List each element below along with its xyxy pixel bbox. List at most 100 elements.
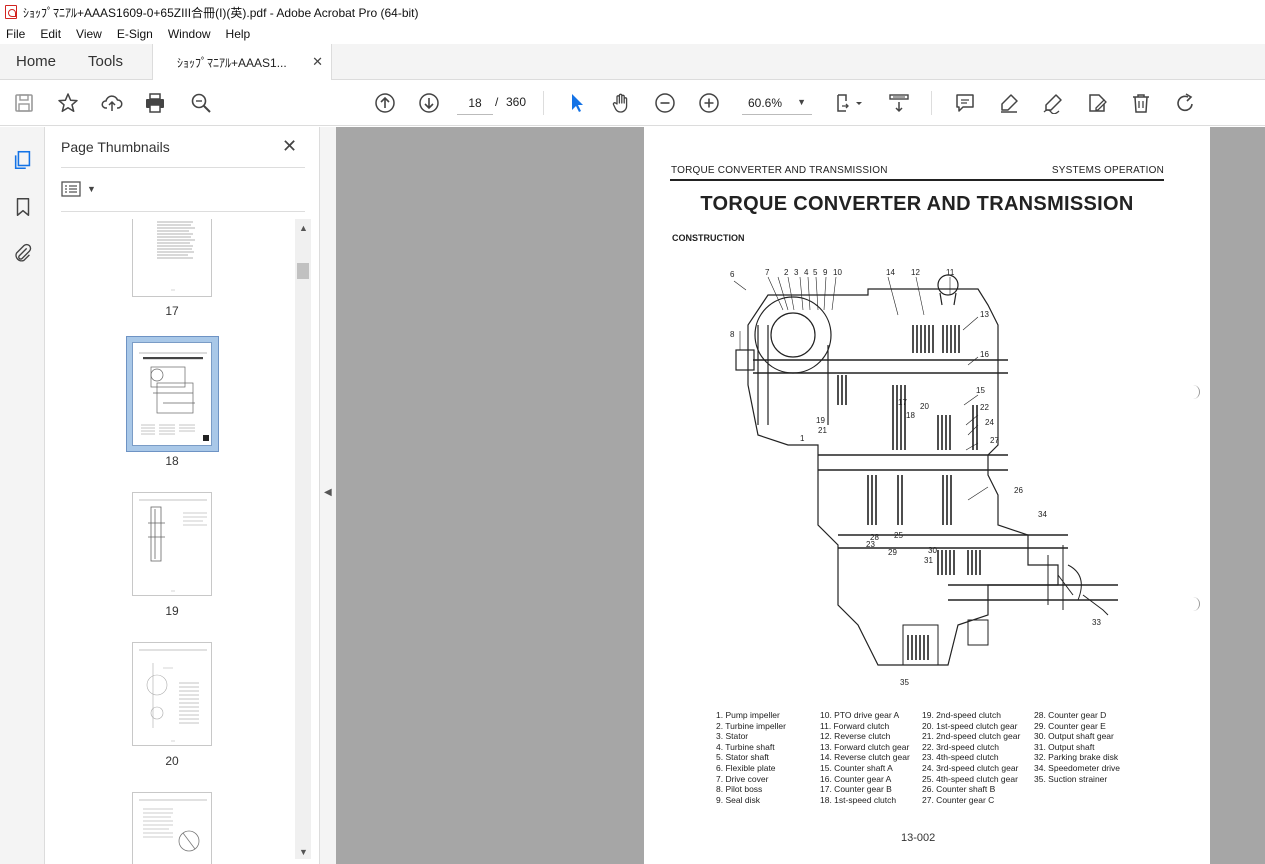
menu-bar: File Edit View E-Sign Window Help: [0, 24, 1265, 44]
comment-icon[interactable]: [953, 91, 977, 115]
upload-icon[interactable]: [100, 91, 124, 115]
find-zoom-icon[interactable]: [189, 91, 213, 115]
legend-item: 16. Counter gear A: [820, 773, 892, 784]
legend-item: 22. 3rd-speed clutch: [922, 741, 1000, 752]
legend-item: 11. Forward clutch: [820, 720, 890, 731]
legend-item: 12. Reverse clutch: [820, 731, 891, 742]
document-tab-label: ｼｮｯﾌﾟﾏﾆｱﾙ+AAAS1...: [177, 56, 287, 70]
zoom-out-icon[interactable]: [653, 91, 677, 115]
legend-item: 28. Counter gear D: [1034, 710, 1107, 720]
menu-edit[interactable]: Edit: [40, 27, 61, 41]
callout-26: 26: [1014, 486, 1023, 495]
menu-view[interactable]: View: [76, 27, 102, 41]
chevron-down-icon: ▼: [797, 97, 806, 107]
callout-15: 15: [976, 386, 985, 395]
bookmarks-icon[interactable]: [10, 194, 36, 220]
callout-6: 6: [730, 270, 735, 279]
scrollbar-thumb[interactable]: [297, 263, 309, 279]
page-number-input[interactable]: [457, 91, 493, 115]
zoom-select[interactable]: 60.6% ▼: [742, 91, 812, 115]
window-title: ｼｮｯﾌﾟﾏﾆｱﾙ+AAAS1609-0+65ZIII合冊(I)(英).pdf …: [23, 5, 419, 20]
page-thumbnails-icon[interactable]: [10, 147, 36, 173]
scroll-mode-icon[interactable]: [887, 91, 911, 115]
page-up-icon[interactable]: [373, 91, 397, 115]
collapse-left-icon[interactable]: ◀: [324, 487, 332, 498]
total-pages: 360: [506, 95, 527, 109]
menu-esign[interactable]: E-Sign: [117, 27, 153, 41]
menu-window[interactable]: Window: [168, 27, 211, 41]
thumbnail-label-20: 20: [165, 754, 179, 768]
collapse-panel-strip[interactable]: ◀: [320, 127, 336, 864]
section-heading: CONSTRUCTION: [672, 233, 745, 243]
callout-13: 13: [980, 310, 989, 319]
hand-icon[interactable]: [609, 91, 633, 115]
attachments-icon[interactable]: [10, 240, 36, 266]
legend-item: 23. 4th-speed clutch: [922, 752, 999, 763]
menu-file[interactable]: File: [6, 27, 25, 41]
callout-30: 30: [928, 546, 937, 555]
legend-item: 10. PTO drive gear A: [820, 710, 900, 720]
callout-8: 8: [730, 330, 735, 339]
menu-help[interactable]: Help: [226, 27, 251, 41]
legend-item: 1. Pump impeller: [716, 710, 780, 720]
page-down-icon[interactable]: [417, 91, 441, 115]
legend-item: 32. Parking brake disk: [1034, 752, 1119, 763]
divider: [61, 167, 305, 168]
tab-tools[interactable]: Tools: [88, 53, 123, 70]
close-panel-icon[interactable]: ✕: [282, 136, 297, 157]
legend-item: 3. Stator: [716, 731, 749, 742]
callout-10: 10: [833, 268, 842, 277]
callout-31: 31: [924, 556, 933, 565]
scroll-down-icon[interactable]: ▼: [299, 847, 308, 857]
highlight-icon[interactable]: [997, 91, 1021, 115]
legend-item: 18. 1st-speed clutch: [820, 794, 897, 805]
callout-17: 17: [898, 398, 907, 407]
thumbnail-options-button[interactable]: ▼: [61, 179, 101, 199]
callout-11: 11: [946, 268, 955, 277]
legend-column-1: 1. Pump impeller 2. Turbine impeller 3. …: [716, 710, 826, 805]
thumbnail-page-18[interactable]: [126, 336, 219, 452]
callout-12: 12: [911, 268, 920, 277]
save-icon[interactable]: [12, 91, 36, 115]
legend-item: 25. 4th-speed clutch gear: [922, 773, 1018, 784]
callout-24: 24: [985, 418, 994, 427]
thumbnail-page-17[interactable]: [132, 219, 213, 297]
thumbnail-page-20[interactable]: [132, 642, 212, 746]
thumbnail-page-21[interactable]: [132, 792, 213, 864]
callout-19: 19: [816, 416, 825, 425]
tab-document[interactable]: ｼｮｯﾌﾟﾏﾆｱﾙ+AAAS1... ✕: [152, 44, 332, 81]
list-options-icon: [61, 181, 81, 197]
legend-item: 20. 1st-speed clutch gear: [922, 720, 1018, 731]
legend-item: 15. Counter shaft A: [820, 762, 893, 773]
panel-title: Page Thumbnails: [61, 139, 170, 155]
select-arrow-icon[interactable]: [565, 91, 589, 115]
legend-item: 24. 3rd-speed clutch gear: [922, 762, 1019, 773]
sign-icon[interactable]: [1041, 91, 1065, 115]
bookmark-star-icon[interactable]: [56, 91, 80, 115]
callout-3: 3: [794, 268, 799, 277]
scroll-up-icon[interactable]: ▲: [299, 223, 308, 233]
callout-18: 18: [906, 411, 915, 420]
callout-22: 22: [980, 403, 989, 412]
thumbnail-page-19[interactable]: [132, 492, 212, 596]
rotate-icon[interactable]: [1173, 91, 1197, 115]
tab-home[interactable]: Home: [16, 53, 56, 70]
legend-item: 5. Stator shaft: [716, 752, 769, 763]
page-fit-icon[interactable]: [832, 91, 866, 115]
thumbnail-scrollbar[interactable]: ▲ ▼: [295, 219, 311, 859]
callout-2: 2: [784, 268, 789, 277]
legend-item: 4. Turbine shaft: [716, 741, 775, 752]
edit-icon[interactable]: [1085, 91, 1109, 115]
header-left: TORQUE CONVERTER AND TRANSMISSION: [671, 165, 888, 176]
delete-icon[interactable]: [1129, 91, 1153, 115]
left-rail: [0, 127, 45, 864]
callout-21: 21: [818, 426, 827, 435]
zoom-in-icon[interactable]: [697, 91, 721, 115]
close-tab-icon[interactable]: ✕: [312, 54, 323, 70]
binder-hole-mark: [1186, 385, 1200, 399]
print-icon[interactable]: [143, 91, 167, 115]
document-view[interactable]: TORQUE CONVERTER AND TRANSMISSION SYSTEM…: [336, 127, 1265, 864]
legend-item: 27. Counter gear C: [922, 794, 995, 805]
callout-5: 5: [813, 268, 818, 277]
callout-35: 35: [900, 678, 909, 687]
